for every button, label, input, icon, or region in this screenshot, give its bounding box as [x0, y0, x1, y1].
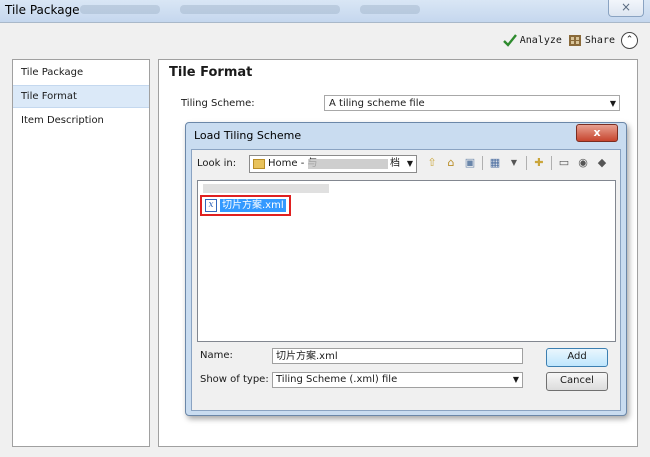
toolbar-separator: [551, 156, 552, 170]
toolbar-separator: [482, 156, 483, 170]
home-icon[interactable]: ⌂: [444, 156, 458, 170]
dialog-toolbar: ⇧ ⌂ ▣ ▦ ▼ ✚ ▭ ◉ ◆: [425, 156, 609, 170]
analyze-button[interactable]: Analyze: [502, 33, 562, 47]
file-item[interactable]: x 切片方案.xml: [200, 195, 291, 216]
window-title: Tile Package: [5, 3, 80, 17]
view-menu-icon[interactable]: ▦: [488, 156, 502, 170]
name-input[interactable]: 切片方案.xml: [272, 348, 523, 364]
dropdown-arrow-icon: ▼: [609, 99, 616, 108]
toolbar-separator: [526, 156, 527, 170]
dialog-title: Load Tiling Scheme: [194, 129, 302, 142]
file-name: 切片方案.xml: [220, 199, 286, 212]
blurred-path: [308, 159, 388, 169]
view-dropdown-icon[interactable]: ▼: [507, 156, 521, 170]
look-in-select[interactable]: Home - 与 档 ▼: [249, 155, 417, 173]
file-type-select[interactable]: Tiling Scheme (.xml) file ▼: [272, 372, 523, 388]
blurred-background-text: [80, 5, 160, 14]
window-titlebar: Tile Package ×: [0, 0, 650, 22]
xml-file-icon: x: [205, 199, 217, 212]
folder-icon: [253, 159, 265, 169]
left-nav: Tile Package Tile Format Item Descriptio…: [12, 59, 150, 447]
dropdown-arrow-icon: ▼: [406, 159, 413, 168]
new-folder-icon[interactable]: ✚: [532, 156, 546, 170]
look-in-label: Look in:: [197, 158, 237, 169]
section-title: Tile Format: [169, 65, 253, 80]
add-button[interactable]: Add: [546, 348, 608, 367]
catalog-icon[interactable]: ◆: [595, 156, 609, 170]
name-label: Name:: [200, 350, 233, 361]
tiling-scheme-label: Tiling Scheme:: [181, 98, 255, 109]
cancel-button[interactable]: Cancel: [546, 372, 608, 391]
check-icon: [502, 33, 517, 47]
refresh-icon[interactable]: ◉: [576, 156, 590, 170]
blurred-background-text: [180, 5, 340, 14]
nav-item-tile-format[interactable]: Tile Format: [13, 85, 149, 108]
connect-folder-icon[interactable]: ▣: [463, 156, 477, 170]
tiling-scheme-select[interactable]: A tiling scheme file ▼: [324, 95, 620, 111]
share-label: Share: [584, 34, 615, 46]
top-toolbar: Analyze Share ⌃: [502, 30, 638, 50]
nav-item-tile-package[interactable]: Tile Package: [13, 62, 149, 83]
share-button[interactable]: Share: [568, 34, 615, 47]
file-list[interactable]: x 切片方案.xml: [197, 180, 616, 342]
collapse-button[interactable]: ⌃: [621, 31, 638, 49]
load-tiling-scheme-dialog: Load Tiling Scheme x Look in: Home - 与 档…: [185, 122, 627, 416]
nav-item-item-description[interactable]: Item Description: [13, 110, 149, 131]
blurred-path-text: [203, 184, 329, 193]
analyze-label: Analyze: [519, 34, 562, 46]
tiling-scheme-value: A tiling scheme file: [329, 98, 425, 109]
file-type-label: Show of type:: [200, 374, 269, 385]
package-icon: [568, 34, 581, 46]
dialog-body: Look in: Home - 与 档 ▼ ⇧ ⌂ ▣ ▦ ▼ ✚ ▭ ◉ ◆ …: [191, 149, 621, 411]
blurred-background-text: [360, 5, 420, 14]
look-in-suffix: 档: [390, 158, 400, 169]
up-folder-icon[interactable]: ⇧: [425, 156, 439, 170]
file-type-value: Tiling Scheme (.xml) file: [276, 374, 398, 385]
window-close-button[interactable]: ×: [608, 0, 644, 17]
dialog-close-button[interactable]: x: [576, 124, 618, 142]
dropdown-arrow-icon: ▼: [512, 375, 519, 384]
delete-icon[interactable]: ▭: [557, 156, 571, 170]
